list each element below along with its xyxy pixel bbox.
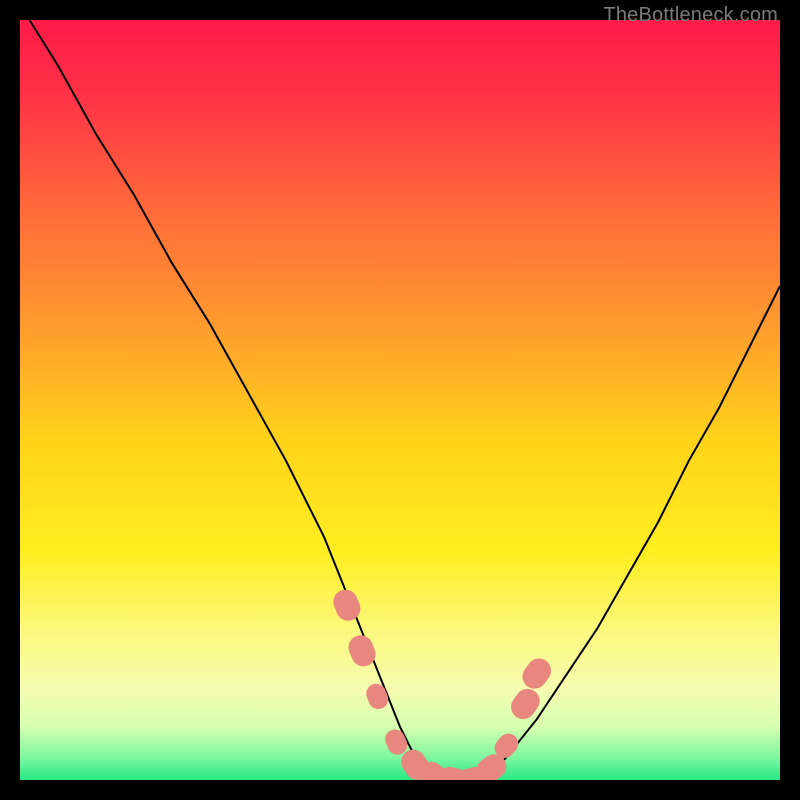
curve-line	[20, 20, 780, 780]
curve-marker	[518, 654, 556, 694]
curve-markers	[330, 586, 556, 780]
curve-marker	[363, 681, 391, 712]
bottleneck-curve	[20, 20, 780, 780]
plot-area	[20, 20, 780, 780]
watermark-text: TheBottleneck.com	[603, 4, 778, 27]
chart-frame: TheBottleneck.com	[0, 0, 800, 800]
curve-marker	[330, 586, 364, 624]
